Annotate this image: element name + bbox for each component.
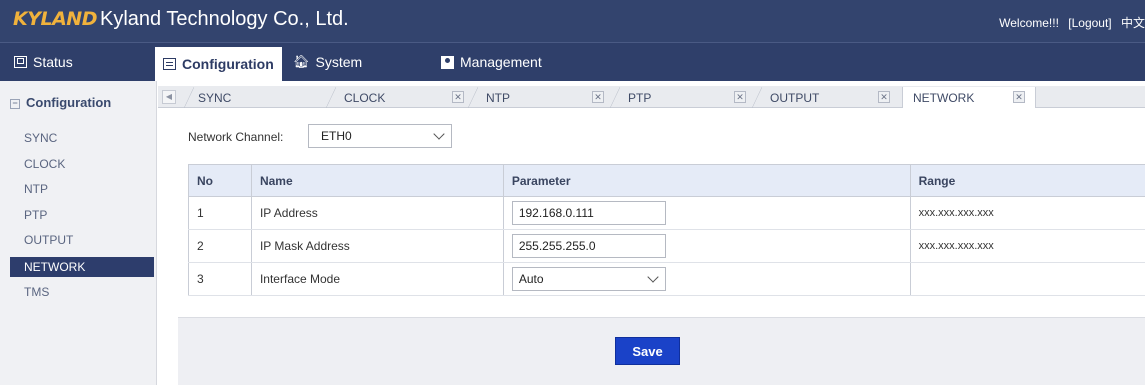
sidebar: − Configuration SYNC CLOCK NTP PTP OUTPUT… bbox=[0, 81, 157, 385]
configuration-icon bbox=[163, 58, 176, 70]
tab-ntp[interactable]: NTP ✕ bbox=[468, 87, 610, 108]
content-panel: Network Channel: ETH0 No Name Parameter … bbox=[158, 108, 1145, 385]
chevron-down-icon bbox=[647, 271, 659, 283]
sidebar-header[interactable]: − Configuration bbox=[10, 95, 111, 110]
tab-sync[interactable]: SYNC bbox=[184, 87, 328, 108]
row-name: IP Mask Address bbox=[250, 229, 504, 263]
sidebar-list: SYNC CLOCK NTP PTP OUTPUT NETWORK TMS bbox=[10, 126, 154, 305]
status-icon bbox=[14, 56, 27, 68]
app-header: KYLAND Kyland Technology Co., Ltd. Welco… bbox=[0, 0, 1145, 42]
close-icon[interactable]: ✕ bbox=[1013, 91, 1025, 103]
tab-clock[interactable]: CLOCK ✕ bbox=[326, 87, 470, 108]
interface-mode-value: Auto bbox=[518, 272, 544, 286]
row-number: 1 bbox=[188, 196, 252, 230]
save-button[interactable]: Save bbox=[615, 337, 680, 365]
tab-output[interactable]: OUTPUT ✕ bbox=[752, 87, 896, 108]
row-range: xxx.xxx.xxx.xxx bbox=[909, 196, 1145, 230]
tab-sync-label: SYNC bbox=[198, 90, 232, 105]
row-range bbox=[909, 262, 1145, 296]
home-icon: 🏠︎ bbox=[293, 54, 310, 69]
tab-network-label: NETWORK bbox=[913, 91, 975, 105]
kyland-logo: KYLAND bbox=[13, 8, 97, 30]
nav-system[interactable]: 🏠︎ System bbox=[293, 43, 362, 81]
table-row: 1 IP Address 192.168.0.111 xxx.xxx.xxx.x… bbox=[188, 196, 1145, 230]
nav-system-label: System bbox=[315, 54, 363, 70]
row-name: IP Address bbox=[250, 196, 504, 230]
sidebar-item-output[interactable]: OUTPUT bbox=[10, 228, 154, 254]
company-name: Kyland Technology Co., Ltd. bbox=[100, 8, 349, 30]
nav-management-label: Management bbox=[460, 54, 542, 70]
mask-address-input[interactable]: 255.255.255.0 bbox=[511, 234, 666, 258]
row-name: Interface Mode bbox=[250, 262, 504, 296]
language-link[interactable]: 中文 bbox=[1121, 16, 1145, 30]
nav-management[interactable]: Management bbox=[441, 43, 542, 81]
action-bar: Save bbox=[178, 317, 1145, 385]
close-icon[interactable]: ✕ bbox=[452, 91, 464, 103]
row-number: 2 bbox=[188, 229, 252, 263]
network-table: No Name Parameter Range 1 IP Address 192… bbox=[188, 164, 1145, 296]
sidebar-title: Configuration bbox=[26, 95, 112, 110]
user-area: Welcome!!! [Logout] 中文 bbox=[993, 14, 1145, 31]
row-number: 3 bbox=[188, 262, 252, 296]
close-icon[interactable]: ✕ bbox=[592, 91, 604, 103]
welcome-text: Welcome!!! bbox=[999, 16, 1059, 30]
network-channel-select[interactable]: ETH0 bbox=[308, 124, 452, 148]
interface-mode-select[interactable]: Auto bbox=[511, 267, 666, 291]
tab-ptp[interactable]: PTP ✕ bbox=[610, 87, 752, 108]
network-channel-value: ETH0 bbox=[321, 129, 352, 143]
sidebar-item-clock[interactable]: CLOCK bbox=[10, 152, 154, 178]
row-range: xxx.xxx.xxx.xxx bbox=[909, 229, 1145, 263]
tab-network[interactable]: NETWORK ✕ bbox=[902, 87, 1036, 109]
logout-link[interactable]: [Logout] bbox=[1068, 16, 1111, 30]
chevron-down-icon bbox=[433, 128, 445, 140]
tab-output-label: OUTPUT bbox=[770, 90, 820, 105]
tab-divider bbox=[468, 87, 478, 108]
tab-divider bbox=[752, 87, 762, 108]
main-nav: Status Configuration 🏠︎ System Managemen… bbox=[0, 42, 1145, 81]
sidebar-item-network[interactable]: NETWORK bbox=[10, 256, 154, 277]
column-header-name: Name bbox=[250, 164, 504, 197]
nav-status-label: Status bbox=[33, 54, 73, 70]
column-header-parameter: Parameter bbox=[502, 164, 911, 197]
tab-divider bbox=[326, 87, 336, 108]
row-parameter: Auto bbox=[502, 262, 911, 296]
nav-configuration[interactable]: Configuration bbox=[155, 47, 282, 81]
tab-clock-label: CLOCK bbox=[344, 90, 386, 105]
sidebar-item-sync[interactable]: SYNC bbox=[10, 126, 154, 152]
sidebar-item-ptp[interactable]: PTP bbox=[10, 203, 154, 229]
sidebar-item-tms[interactable]: TMS bbox=[10, 280, 154, 306]
collapse-icon: − bbox=[10, 99, 20, 109]
sidebar-item-ntp[interactable]: NTP bbox=[10, 177, 154, 203]
close-icon[interactable]: ✕ bbox=[734, 91, 746, 103]
column-header-no: No bbox=[188, 164, 252, 197]
tab-divider bbox=[610, 87, 620, 108]
nav-configuration-label: Configuration bbox=[182, 56, 274, 72]
tab-scroll-left-icon[interactable]: ◀ bbox=[162, 90, 176, 104]
management-icon bbox=[441, 55, 454, 69]
nav-status[interactable]: Status bbox=[14, 43, 73, 81]
table-row: 2 IP Mask Address 255.255.255.0 xxx.xxx.… bbox=[188, 229, 1145, 263]
tab-bar: ◀ SYNC CLOCK ✕ NTP ✕ PTP ✕ OUTPUT ✕ NETW… bbox=[158, 86, 1145, 109]
network-channel-label: Network Channel: bbox=[188, 130, 284, 144]
row-parameter: 255.255.255.0 bbox=[502, 229, 911, 263]
column-header-range: Range bbox=[909, 164, 1145, 197]
table-header-row: No Name Parameter Range bbox=[188, 164, 1145, 197]
row-parameter: 192.168.0.111 bbox=[502, 196, 911, 230]
tab-divider bbox=[184, 87, 194, 108]
close-icon[interactable]: ✕ bbox=[878, 91, 890, 103]
table-row: 3 Interface Mode Auto bbox=[188, 262, 1145, 296]
ip-address-input[interactable]: 192.168.0.111 bbox=[511, 201, 666, 225]
